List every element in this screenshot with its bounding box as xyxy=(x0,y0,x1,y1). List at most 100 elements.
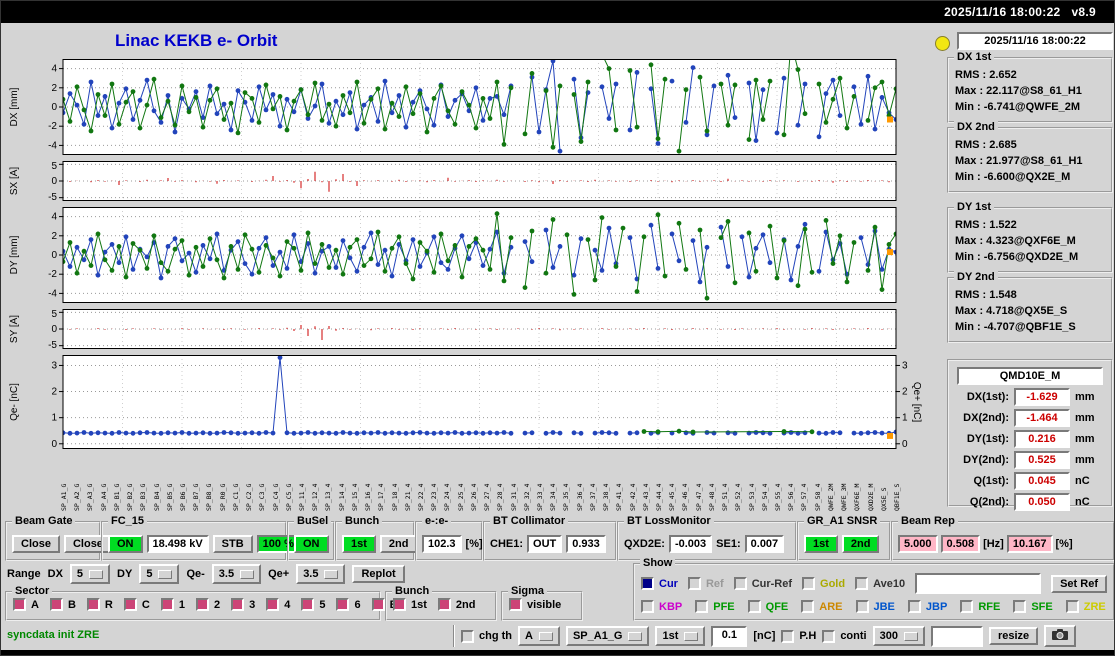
checkbox-label: conti xyxy=(840,630,867,642)
bpm-label: SP_A4_G xyxy=(99,483,108,511)
bpm-select[interactable]: SP_A1_G xyxy=(565,626,650,646)
bpm-label: SP_31_4 xyxy=(509,483,518,511)
resize-button[interactable]: resize xyxy=(988,627,1039,645)
show-pfe-checkbox[interactable]: PFE xyxy=(695,600,735,613)
svg-text:-4: -4 xyxy=(48,288,57,299)
checkbox-indicator xyxy=(231,598,245,611)
show-are-checkbox[interactable]: ARE xyxy=(801,600,843,613)
count-input[interactable] xyxy=(930,625,983,647)
show-sfe-checkbox[interactable]: SFE xyxy=(1013,600,1053,613)
checkbox-indicator xyxy=(687,577,701,590)
svg-text:2: 2 xyxy=(902,387,908,398)
snsr-1st-button[interactable]: 1st xyxy=(804,534,838,553)
show-jbe-checkbox[interactable]: JBE xyxy=(855,600,895,613)
threshold-input[interactable]: 0.1 xyxy=(711,625,748,647)
set-ref-button[interactable]: Set Ref xyxy=(1051,574,1107,593)
sector-checkbox-a[interactable]: A xyxy=(13,598,39,611)
checkbox-indicator xyxy=(822,629,836,643)
qmd-label: DX(2nd): xyxy=(963,412,1009,424)
checkbox-label: Ave10 xyxy=(873,577,906,590)
bunch-2nd-button[interactable]: 2nd xyxy=(379,534,418,553)
qxd2e-value-display: -0.003 xyxy=(668,534,713,553)
bunch-1st-button[interactable]: 1st xyxy=(342,534,376,553)
conti-checkbox[interactable]: conti xyxy=(822,629,867,643)
show-cur-ref-checkbox[interactable]: Cur-Ref xyxy=(733,577,792,590)
sector-checkbox-4[interactable]: 4 xyxy=(266,598,290,611)
sector-checkbox-2[interactable]: 2 xyxy=(195,598,220,611)
bpm-label: SP_43_4 xyxy=(641,483,650,511)
checkbox-label: Gold xyxy=(820,577,846,590)
show-ref-checkbox[interactable]: Ref xyxy=(687,577,724,590)
checkbox-indicator xyxy=(509,598,522,611)
sector-checkbox-b[interactable]: B xyxy=(49,598,76,611)
checkbox-indicator xyxy=(641,577,654,590)
checkbox-indicator xyxy=(695,600,709,613)
nc-unit-label: [nC] xyxy=(753,630,776,642)
che1-status-display: OUT xyxy=(527,534,563,553)
checkbox-indicator xyxy=(49,598,63,611)
screenshot-button[interactable] xyxy=(1044,625,1077,647)
sector-checkbox-3[interactable]: 3 xyxy=(231,598,255,611)
se1-label: SE1: xyxy=(716,537,741,550)
svg-text:4: 4 xyxy=(51,64,57,75)
optionmenu-indicator-icon xyxy=(903,631,918,641)
show-zre-checkbox[interactable]: ZRE xyxy=(1065,600,1106,613)
sector-checkbox-1[interactable]: 1 xyxy=(160,598,185,611)
sector-checkbox-r[interactable]: R xyxy=(86,598,113,611)
group-title: DX 1st xyxy=(954,51,995,63)
bpm-label: SP_57_4 xyxy=(800,483,809,511)
sector-checkbox-6[interactable]: 6 xyxy=(336,598,361,611)
beam-rep-value-3: 10.167 xyxy=(1006,534,1053,553)
bunch-2nd-checkbox[interactable]: 2nd xyxy=(437,598,475,611)
sector-checkbox-5[interactable]: 5 xyxy=(301,598,325,611)
bpm-label: SP_24_4 xyxy=(443,483,452,511)
show-group: Show Cur Ref Cur-Ref Gold Ave10 Set Ref … xyxy=(633,557,1114,621)
bpm-label: SP_13_4 xyxy=(324,483,333,511)
show-jbp-checkbox[interactable]: JBP xyxy=(907,600,947,613)
bpm-label: SP_14_4 xyxy=(337,483,346,511)
bunch-1st-checkbox[interactable]: 1st xyxy=(393,598,427,611)
checkbox-label: KBP xyxy=(659,600,683,613)
interval-select[interactable]: 300 xyxy=(872,626,925,646)
checkbox-label: 6 xyxy=(354,598,361,611)
fc15-kv-display: 18.498 kV xyxy=(146,534,209,553)
show-qfe-checkbox[interactable]: QFE xyxy=(747,600,788,613)
fc15-stb-button[interactable]: STB xyxy=(212,534,253,553)
chg-th-checkbox[interactable]: chg th xyxy=(461,629,512,643)
show-kbp-checkbox[interactable]: KBP xyxy=(641,600,682,613)
fc15-on-button[interactable]: ON xyxy=(108,534,143,553)
dx2-max: Max : 21.977@S8_61_H1 xyxy=(955,155,1083,167)
range-label: Range xyxy=(7,568,41,580)
beam-gate-close-button-1[interactable]: Close xyxy=(12,534,60,553)
sigma-visible-checkbox[interactable]: visible xyxy=(509,598,561,611)
checkbox-label: RFE xyxy=(978,600,1001,613)
range-qem-select[interactable]: 3.5 xyxy=(211,564,262,584)
show-ave10-checkbox[interactable]: Ave10 xyxy=(855,577,905,590)
sector-select[interactable]: A xyxy=(518,626,560,646)
range-dy-select[interactable]: 5 xyxy=(139,564,180,584)
bpm-label: SP_A2_G xyxy=(73,483,82,511)
group-title: FC_15 xyxy=(108,515,148,527)
snsr-2nd-button[interactable]: 2nd xyxy=(841,534,880,553)
show-cur-checkbox[interactable]: Cur xyxy=(641,577,678,590)
show-gold-checkbox[interactable]: Gold xyxy=(802,577,845,590)
ref-name-input[interactable] xyxy=(915,573,1042,594)
range-dy-label: DY xyxy=(117,568,133,580)
show-rfe-checkbox[interactable]: RFE xyxy=(960,600,1000,613)
checkbox-label: 3 xyxy=(249,598,256,611)
checkbox-label: B xyxy=(67,598,76,611)
replot-button[interactable]: Replot xyxy=(352,565,405,583)
group-title: Bunch xyxy=(392,585,433,597)
sector-checkbox-c[interactable]: C xyxy=(123,598,150,611)
dy2-min: Min : -4.707@QBF1E_S xyxy=(955,321,1076,333)
range-qep-select[interactable]: 3.5 xyxy=(296,564,346,584)
svg-text:1: 1 xyxy=(902,413,908,424)
ph-checkbox[interactable]: P.H xyxy=(781,629,817,643)
bunch-select-group: Bunch 1st 2nd xyxy=(385,585,497,621)
bunch-select[interactable]: 1st xyxy=(655,626,706,646)
range-dx-select[interactable]: 5 xyxy=(69,564,111,584)
busel-on-button[interactable]: ON xyxy=(294,534,329,553)
gr-a1-snsr-group: GR_A1 SNSR 1st 2nd xyxy=(797,515,891,561)
beam-rep-value-2: 0.508 xyxy=(940,534,981,553)
checkbox-label: P.H xyxy=(799,630,817,642)
